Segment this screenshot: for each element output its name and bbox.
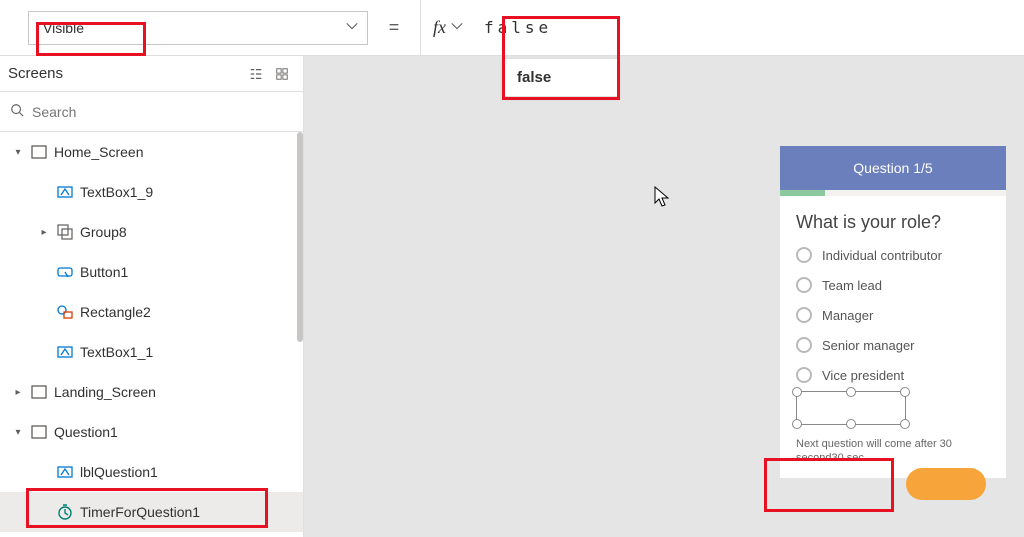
- next-button[interactable]: [906, 468, 986, 500]
- option-label: Vice president: [822, 368, 904, 383]
- radio-icon: [796, 337, 812, 353]
- resize-handle[interactable]: [846, 387, 856, 397]
- tree-label: Home_Screen: [54, 144, 144, 160]
- caret-down-icon[interactable]: ▾: [12, 427, 24, 438]
- group-icon: [56, 223, 74, 241]
- radio-option[interactable]: Senior manager: [796, 337, 990, 353]
- tree-node-timer[interactable]: TimerForQuestion1: [0, 492, 303, 532]
- question-text: What is your role?: [796, 212, 990, 233]
- tree-node-button[interactable]: Button1: [0, 252, 303, 292]
- scrollbar[interactable]: [297, 132, 303, 342]
- shape-icon: [56, 303, 74, 321]
- resize-handle[interactable]: [900, 387, 910, 397]
- equals-sign: =: [368, 17, 420, 38]
- design-canvas[interactable]: Question 1/5 What is your role? Individu…: [304, 56, 1024, 537]
- textbox-icon: [56, 183, 74, 201]
- hint-text: Next question will come after 30 second3…: [796, 437, 990, 466]
- radio-option[interactable]: Vice president: [796, 367, 990, 383]
- tree-node-rectangle[interactable]: Rectangle2: [0, 292, 303, 332]
- tree-node-landing-screen[interactable]: ▸ Landing_Screen: [0, 372, 303, 412]
- screen-icon: [30, 383, 48, 401]
- radio-icon: [796, 277, 812, 293]
- tree-view: ▾ Home_Screen TextBox1_9 ▸ Group8 Button…: [0, 132, 303, 537]
- option-label: Manager: [822, 308, 873, 323]
- caret-down-icon[interactable]: ▾: [12, 147, 24, 158]
- textbox-icon: [56, 463, 74, 481]
- screen-icon: [30, 143, 48, 161]
- caret-right-icon[interactable]: ▸: [12, 387, 24, 398]
- resize-handle[interactable]: [846, 419, 856, 429]
- resize-handle[interactable]: [900, 419, 910, 429]
- chevron-down-icon: [345, 19, 359, 36]
- radio-icon: [796, 247, 812, 263]
- option-label: Senior manager: [822, 338, 915, 353]
- tree-node-home-screen[interactable]: ▾ Home_Screen: [0, 132, 303, 172]
- screen-icon: [30, 423, 48, 441]
- preview-title: Question 1/5: [780, 146, 1006, 190]
- radio-option[interactable]: Manager: [796, 307, 990, 323]
- property-name: Visible: [43, 20, 84, 36]
- preview-card: Question 1/5 What is your role? Individu…: [780, 146, 1006, 478]
- formula-bar: Visible = fx false: [0, 0, 1024, 56]
- tree-node-question1[interactable]: ▾ Question1: [0, 412, 303, 452]
- intellisense-suggestion[interactable]: false: [502, 58, 618, 97]
- fx-section: fx: [420, 0, 476, 55]
- radio-option[interactable]: Individual contributor: [796, 247, 990, 263]
- option-label: Team lead: [822, 278, 882, 293]
- resize-handle[interactable]: [792, 419, 802, 429]
- radio-icon: [796, 307, 812, 323]
- list-view-icon[interactable]: [245, 63, 267, 85]
- textbox-icon: [56, 343, 74, 361]
- panel-header: Screens: [0, 56, 303, 92]
- resize-handle[interactable]: [792, 387, 802, 397]
- tree-node-group[interactable]: ▸ Group8: [0, 212, 303, 252]
- tree-label: Group8: [80, 224, 127, 240]
- option-label: Individual contributor: [822, 248, 942, 263]
- tree-node-textbox[interactable]: TextBox1_9: [0, 172, 303, 212]
- tree-label: Landing_Screen: [54, 384, 156, 400]
- selected-timer-control[interactable]: [796, 391, 906, 425]
- tree-node-textbox[interactable]: TextBox1_1: [0, 332, 303, 372]
- formula-input[interactable]: false: [476, 18, 1024, 37]
- panel-title: Screens: [8, 65, 241, 82]
- tree-label: lblQuestion1: [80, 464, 158, 480]
- cursor-icon: [654, 186, 672, 211]
- radio-option[interactable]: Team lead: [796, 277, 990, 293]
- fx-icon: fx: [433, 17, 446, 38]
- button-icon: [56, 263, 74, 281]
- search-row: [0, 92, 303, 132]
- search-icon: [10, 103, 24, 120]
- grid-view-icon[interactable]: [271, 63, 293, 85]
- chevron-down-icon[interactable]: [450, 19, 464, 36]
- tree-label: Rectangle2: [80, 304, 151, 320]
- tree-label: Button1: [80, 264, 128, 280]
- tree-label: TextBox1_1: [80, 344, 153, 360]
- caret-right-icon[interactable]: ▸: [38, 227, 50, 238]
- screens-panel: Screens ▾ Home_Screen TextBox1_9 ▸ Group: [0, 56, 304, 537]
- tree-node-label[interactable]: lblQuestion1: [0, 452, 303, 492]
- tree-label: Question1: [54, 424, 118, 440]
- property-dropdown[interactable]: Visible: [28, 11, 368, 45]
- tree-label: TimerForQuestion1: [80, 504, 200, 520]
- search-input[interactable]: [32, 104, 293, 120]
- radio-icon: [796, 367, 812, 383]
- tree-label: TextBox1_9: [80, 184, 153, 200]
- timer-icon: [56, 503, 74, 521]
